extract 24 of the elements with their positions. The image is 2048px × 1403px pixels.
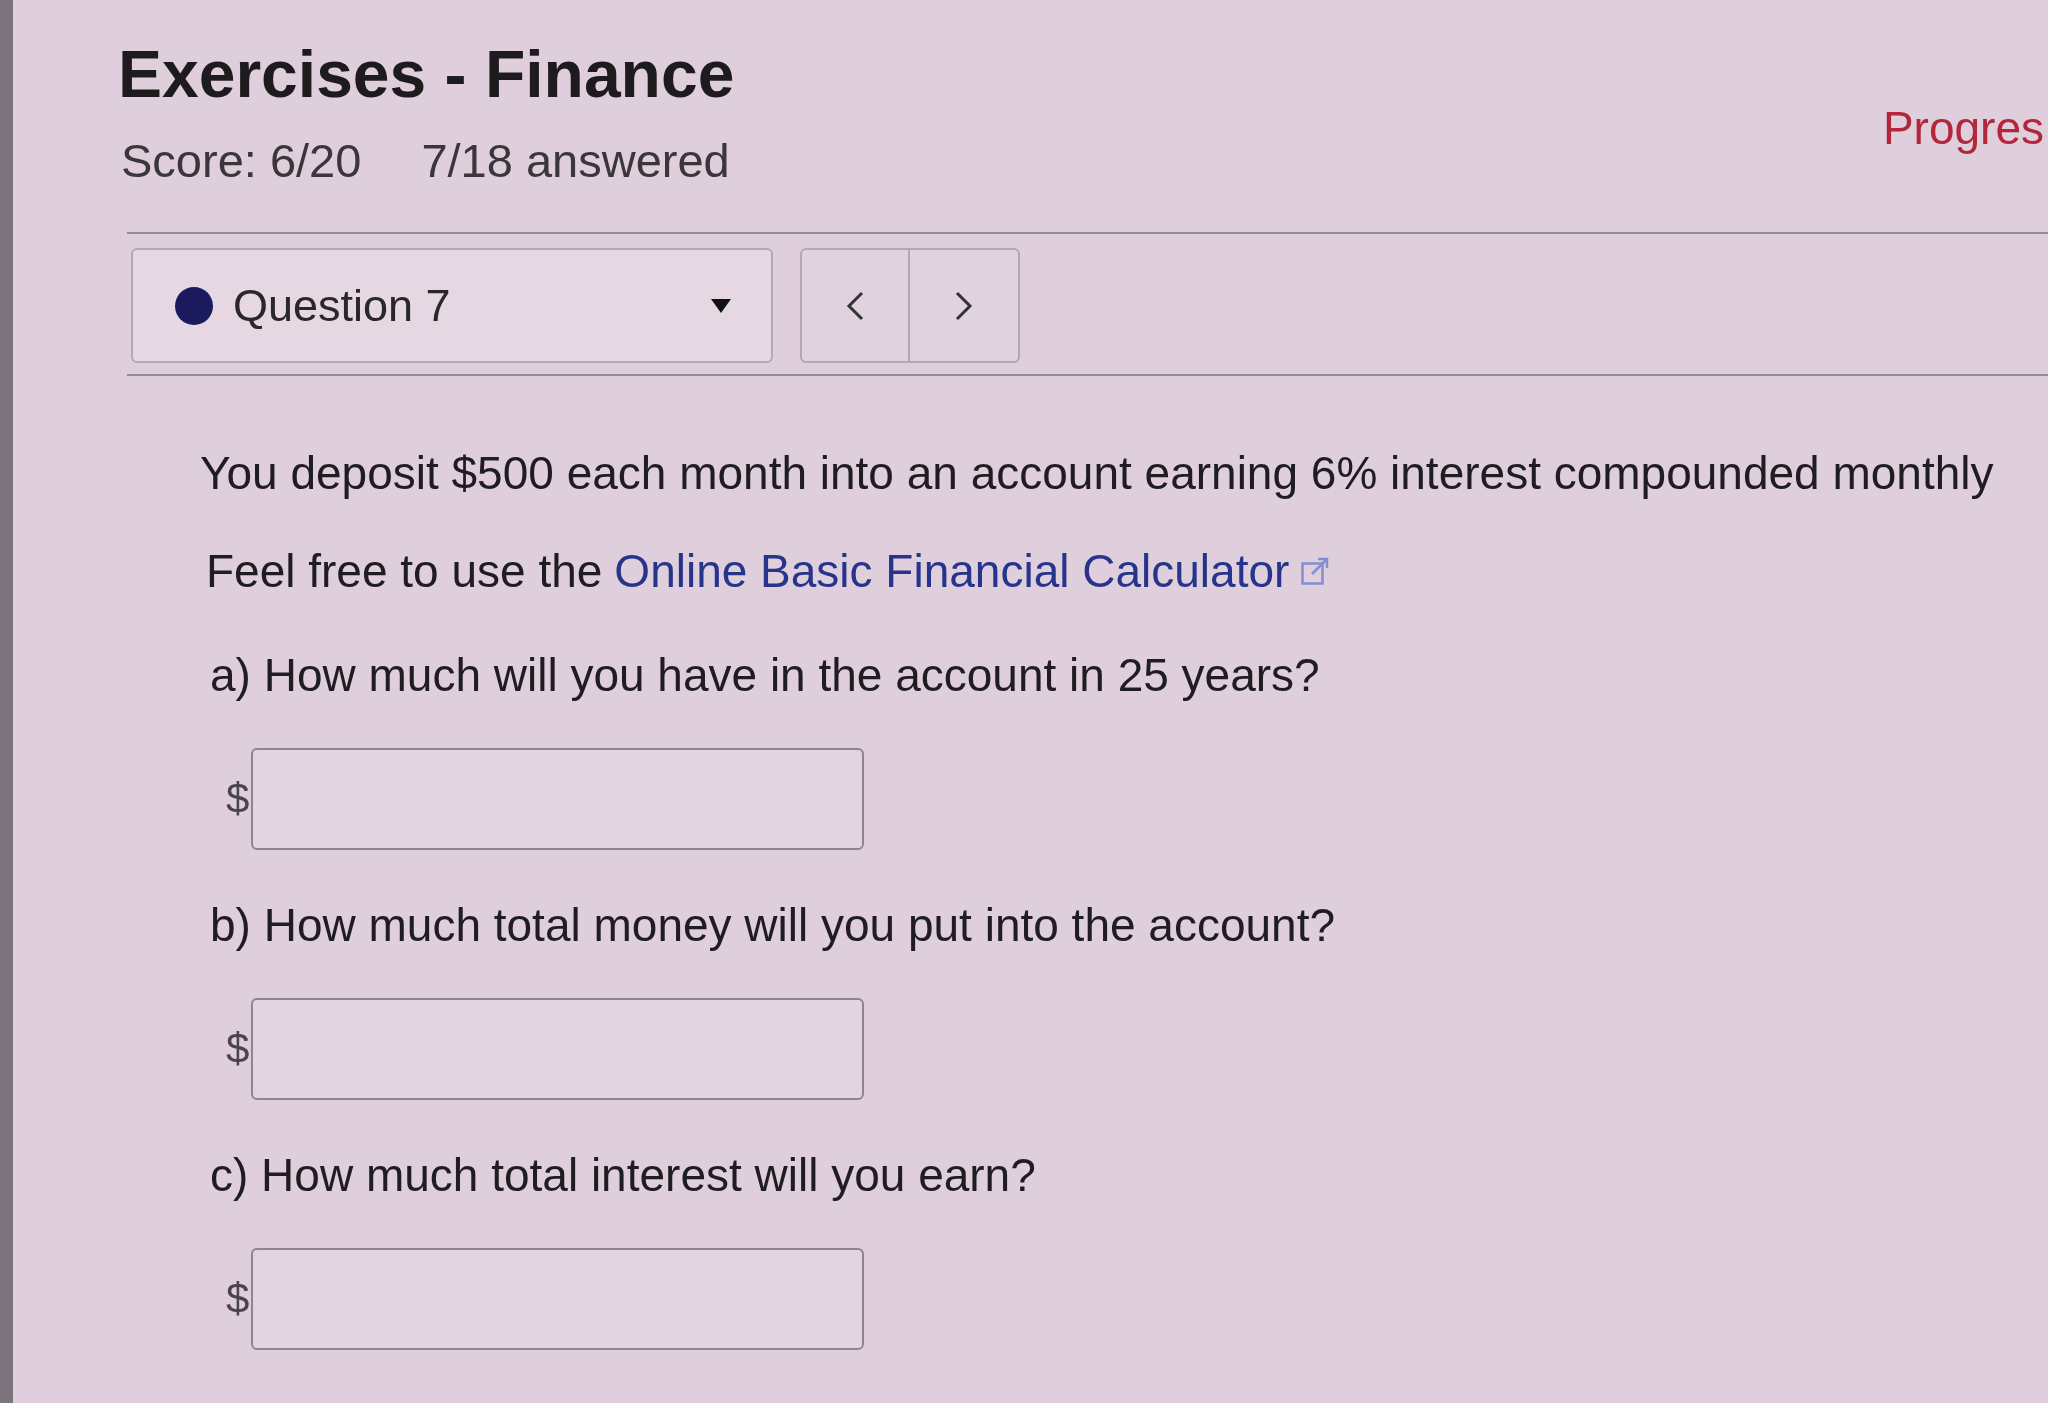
previous-button[interactable] bbox=[800, 248, 910, 363]
progress-link[interactable]: Progres bbox=[1882, 100, 2048, 156]
answered-count: 7/18 answered bbox=[421, 133, 730, 189]
external-link-icon bbox=[1301, 557, 1330, 585]
answer-field[interactable] bbox=[251, 998, 865, 1100]
currency-symbol: $ bbox=[226, 1025, 250, 1073]
caret-icon bbox=[711, 298, 731, 313]
status-dot-icon bbox=[175, 286, 213, 325]
score-text: Score: 6/20 bbox=[121, 133, 362, 189]
question-part-label: b) How much total money will you put into the account? bbox=[210, 898, 1337, 953]
currency-symbol: $ bbox=[226, 1275, 250, 1323]
page-title: Exercises - Finance bbox=[118, 36, 735, 112]
question-part-label: a) How much will you have in the account in 25 years? bbox=[210, 648, 1321, 703]
next-button[interactable] bbox=[910, 248, 1020, 363]
question-part-label: c) How much total interest will you earn? bbox=[210, 1148, 1037, 1203]
currency-symbol: $ bbox=[226, 775, 250, 823]
chevron-right-icon bbox=[955, 290, 973, 321]
answer-field[interactable] bbox=[251, 748, 865, 850]
answer-field[interactable] bbox=[251, 1248, 865, 1350]
question-dropdown[interactable]: Question 7 bbox=[131, 248, 773, 363]
question-prompt: You deposit $500 each month into an account earning 6% interest compounded monthly bbox=[200, 446, 1995, 501]
calculator-note: Feel free to use the bbox=[206, 544, 603, 599]
chevron-left-icon bbox=[846, 290, 864, 321]
calculator-link[interactable]: Online Basic Financial Calculator bbox=[614, 542, 1290, 600]
